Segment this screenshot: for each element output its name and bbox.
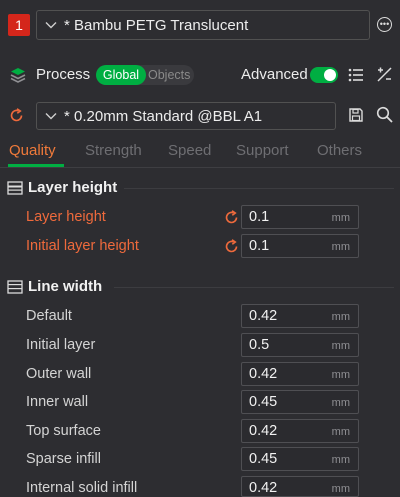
- filament-preset-select[interactable]: * Bambu PETG Translucent: [36, 10, 370, 40]
- tab-quality[interactable]: Quality: [9, 142, 56, 159]
- section-title-layer-height: Layer height: [28, 179, 118, 196]
- layers-icon: [10, 68, 26, 83]
- tab-strength[interactable]: Strength: [85, 142, 142, 159]
- label-initial-layer: Initial layer: [26, 337, 96, 353]
- field-value: 0.42: [249, 423, 278, 439]
- field-value: 0.1: [249, 238, 270, 254]
- chevron-down-icon: [44, 109, 58, 123]
- field-unit: mm: [331, 426, 350, 438]
- field-unit: mm: [331, 241, 350, 253]
- initial-layer-height-input[interactable]: 0.1 mm: [241, 234, 359, 258]
- field-unit: mm: [331, 212, 350, 224]
- field-unit: mm: [331, 340, 350, 352]
- line-width-icon: [7, 280, 23, 294]
- reset-icon[interactable]: [224, 239, 239, 254]
- label-top-surface: Top surface: [26, 423, 101, 439]
- tab-support[interactable]: Support: [236, 142, 289, 159]
- layer-height-icon: [7, 181, 23, 195]
- layer-height-input[interactable]: 0.1 mm: [241, 205, 359, 229]
- section-title-line-width: Line width: [28, 278, 103, 295]
- section-divider: [124, 188, 394, 189]
- label-internal-solid-infill: Internal solid infill: [26, 480, 138, 496]
- label-outer-wall: Outer wall: [26, 366, 92, 382]
- process-preset-name: * 0.20mm Standard @BBL A1: [64, 107, 263, 125]
- field-unit: mm: [331, 483, 350, 495]
- line-width-outer-wall-input[interactable]: 0.42 mm: [241, 362, 359, 386]
- advanced-label: Advanced: [241, 66, 308, 83]
- tab-others[interactable]: Others: [317, 142, 362, 159]
- chevron-down-icon: [44, 18, 58, 32]
- tab-divider: [0, 167, 400, 168]
- label-default: Default: [26, 308, 72, 324]
- field-unit: mm: [331, 369, 350, 381]
- field-unit: mm: [331, 454, 350, 466]
- label-inner-wall: Inner wall: [26, 394, 89, 410]
- line-width-default-input[interactable]: 0.42 mm: [241, 304, 359, 328]
- reset-icon[interactable]: [9, 108, 24, 123]
- label-initial-layer-height: Initial layer height: [26, 238, 139, 254]
- field-unit: mm: [331, 311, 350, 323]
- tab-speed[interactable]: Speed: [168, 142, 211, 159]
- process-preset-select[interactable]: * 0.20mm Standard @BBL A1: [36, 102, 336, 130]
- search-icon[interactable]: [376, 106, 393, 123]
- process-label: Process: [36, 66, 91, 83]
- label-layer-height: Layer height: [26, 209, 106, 225]
- advanced-toggle-knob: [324, 69, 336, 81]
- field-value: 0.45: [249, 394, 278, 410]
- line-width-top-surface-input[interactable]: 0.42 mm: [241, 419, 359, 443]
- field-value: 0.42: [249, 480, 278, 496]
- save-icon[interactable]: [349, 108, 363, 122]
- filament-index-badge[interactable]: 1: [8, 14, 30, 36]
- field-value: 0.42: [249, 366, 278, 382]
- scope-tab-global[interactable]: Global: [96, 65, 146, 85]
- compare-icon[interactable]: [376, 66, 393, 83]
- ellipsis-circle-icon[interactable]: •••: [377, 17, 392, 32]
- label-sparse-infill: Sparse infill: [26, 451, 101, 467]
- list-icon[interactable]: [348, 67, 364, 83]
- line-width-internal-solid-infill-input[interactable]: 0.42 mm: [241, 476, 359, 497]
- line-width-initial-layer-input[interactable]: 0.5 mm: [241, 333, 359, 357]
- field-unit: mm: [331, 397, 350, 409]
- section-divider: [114, 287, 394, 288]
- field-value: 0.42: [249, 308, 278, 324]
- field-value: 0.1: [249, 209, 270, 225]
- line-width-sparse-infill-input[interactable]: 0.45 mm: [241, 447, 359, 471]
- field-value: 0.5: [249, 337, 270, 353]
- field-value: 0.45: [249, 451, 278, 467]
- filament-preset-name: * Bambu PETG Translucent: [64, 16, 249, 34]
- reset-icon[interactable]: [224, 210, 239, 225]
- line-width-inner-wall-input[interactable]: 0.45 mm: [241, 390, 359, 414]
- scope-tab-objects[interactable]: Objects: [148, 68, 190, 82]
